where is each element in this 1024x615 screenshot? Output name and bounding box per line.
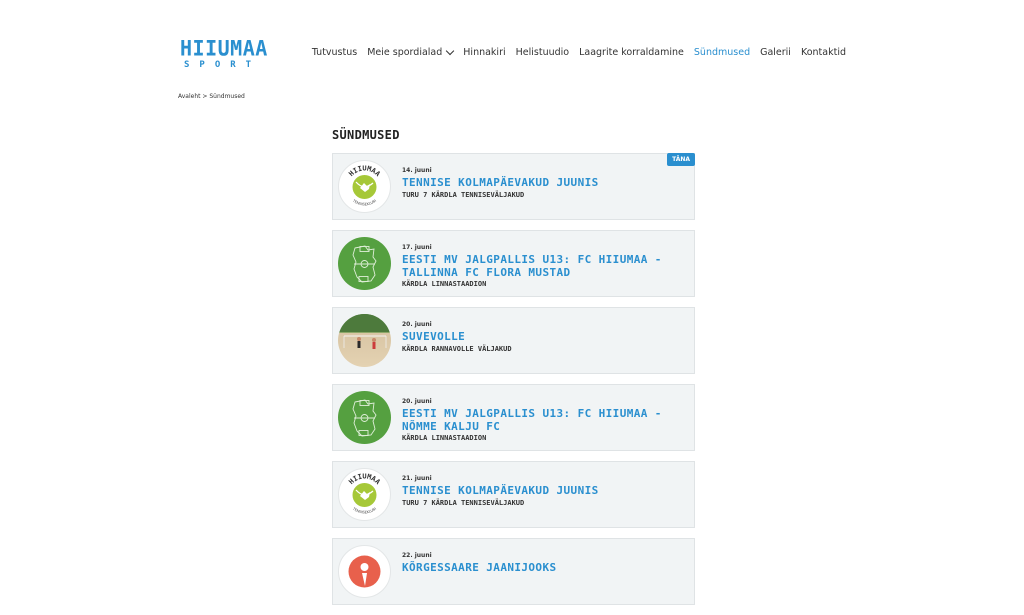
event-card[interactable]: 22. juuni Kõrgessaare jaanijooks [332,538,695,605]
site-logo[interactable]: HIIUMAA SPORT [180,38,272,72]
football-field-icon [338,237,391,290]
event-info: 14. juuni Tennise kolmapäevakud juunis Tur… [402,154,619,200]
runner-icon [338,545,391,598]
nav-laagrite-korraldamine[interactable]: Laagrite korraldamine [579,47,684,58]
event-venue: Turu 7 Kärdla tenniseväljakud [402,498,525,507]
event-venue: Kärdla linnastaadion [402,280,487,288]
nav-laagrite-korraldamine-label: Laagrite korraldamine [579,47,684,58]
svg-text:TENNISEKLUBI: TENNISEKLUBI [351,506,377,514]
events-list: HIIUMAA TENNISEKLUBI 14. juuni Tennise kolm… [332,153,695,615]
main-nav: Tutvustus Meie spordialad Hinnakiri Helistu… [302,46,846,58]
event-title[interactable]: EESTI MV JALGPALLIS U13: FC HIIUMAA - NÕ… [402,407,674,433]
nav-kontaktid-label: Kontaktid [800,47,846,58]
tennis-logo-bottom-text: TENNISEKLUBI [351,198,377,206]
nav-kontaktid[interactable]: Kontaktid [801,47,846,58]
event-info: 17. juuni EESTI MV JALGPALLIS U13: FC HII… [402,231,694,289]
nav-helistuudio[interactable]: Helistuudio [516,47,569,58]
event-card[interactable]: 20. juuni Suvevolle Kärdla rannavolle välj… [332,307,695,374]
event-date: 21. juuni [402,475,432,482]
event-title[interactable]: Kõrgessaare jaanijooks [402,561,557,575]
tennis-club-logo: HIIUMAA TENNISEKLUBI [338,468,391,521]
event-date: 20. juuni [402,398,432,405]
event-info: 22. juuni Kõrgessaare jaanijooks [402,539,577,575]
event-venue: Kärdla rannavolle väljakud [402,344,512,353]
nav-galerii[interactable]: Galerii [760,47,791,58]
event-info: 20. juuni Suvevolle Kärdla rannavolle välj… [402,308,532,354]
tennis-club-logo: HIIUMAA TENNISEKLUBI [338,160,391,213]
logo-wordmark: HIIUMAA [180,35,268,61]
beach-volleyball-photo [338,314,391,367]
event-info: 21. juuni Tennise kolmapäevakud juunis Tur… [402,462,619,508]
event-title[interactable]: Tennise kolmapäevakud juunis [402,176,599,190]
nav-hinnakiri-label: Hinnakiri [463,47,506,58]
event-card[interactable]: HIIUMAA TENNISEKLUBI 21. juuni Tennise kolm… [332,461,695,528]
nav-tutvustus-label: Tutvustus [311,47,358,58]
event-title[interactable]: EESTI MV JALGPALLIS U13: FC HIIUMAA - TA… [402,253,674,279]
chevron-down-icon[interactable] [446,46,455,56]
today-badge: TÄNA [667,153,695,166]
event-venue: Kärdla linnastaadion [402,434,487,442]
football-field-icon [338,391,391,444]
breadcrumb: Avaleht > Sündmused [178,93,245,100]
event-title[interactable]: Suvevolle [402,330,512,344]
nav-helistuudio-label: Helistuudio [515,47,570,58]
page-title: SÜNDMUSED [332,128,400,142]
event-card[interactable]: HIIUMAA TENNISEKLUBI 14. juuni Tennise kolm… [332,153,695,220]
tennis-logo-bottom-text: TENNISEKLUBI [351,506,377,514]
event-card[interactable]: 20. juuni EESTI MV JALGPALLIS U13: FC HII… [332,384,695,451]
event-date: 20. juuni [402,321,432,328]
nav-meie-spordialad-label: Meie spordialad [367,47,443,58]
nav-sundmused[interactable]: Sündmused [694,47,750,58]
event-card[interactable]: 17. juuni EESTI MV JALGPALLIS U13: FC HII… [332,230,695,297]
event-date: 14. juuni [402,167,432,174]
event-date: 22. juuni [402,552,432,559]
breadcrumb-current: Sündmused [209,93,245,100]
nav-sundmused-label: Sündmused [693,47,751,58]
event-info: 20. juuni EESTI MV JALGPALLIS U13: FC HII… [402,385,694,443]
nav-meie-spordialad[interactable]: Meie spordialad [367,46,455,58]
logo-subtitle: SPORT [184,60,262,70]
nav-hinnakiri[interactable]: Hinnakiri [463,47,505,58]
event-title[interactable]: Tennise kolmapäevakud juunis [402,484,599,498]
svg-text:TENNISEKLUBI: TENNISEKLUBI [351,198,377,206]
nav-galerii-label: Galerii [760,47,791,58]
breadcrumb-home-link[interactable]: Avaleht [178,93,201,100]
event-venue: Turu 7 Kärdla tenniseväljakud [402,190,525,199]
nav-tutvustus[interactable]: Tutvustus [312,47,357,58]
event-date: 17. juuni [402,244,432,251]
